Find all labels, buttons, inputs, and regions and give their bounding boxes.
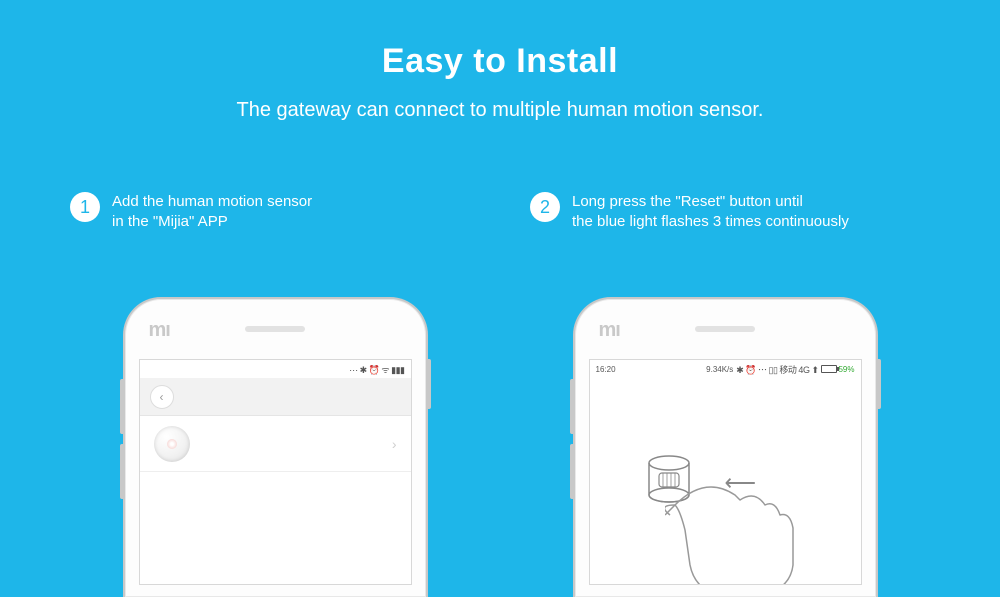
status-icons: ⋯ ✱ ⏰ ᯤ ▮▮▮ <box>349 363 404 376</box>
page-subtitle: The gateway can connect to multiple huma… <box>0 99 1000 122</box>
phone-1-screen: ⋯ ✱ ⏰ ᯤ ▮▮▮ ‹ › <box>139 359 412 585</box>
instruction-illustration: ⟵ <box>590 415 861 584</box>
status-speed: 9.34K/s <box>706 365 733 374</box>
motion-sensor-icon <box>154 426 190 462</box>
page-title: Easy to Install <box>0 42 1000 81</box>
back-button[interactable]: ‹ <box>150 385 174 409</box>
chevron-right-icon: › <box>392 436 397 452</box>
status-bar: 16:20 9.34K/s ✱ ⏰ ⋯ ▯▯ 移动 4G ⬆ 59% <box>590 360 861 378</box>
phone-mockup-2: mı 16:20 9.34K/s ✱ ⏰ ⋯ ▯▯ 移动 4G ⬆ 59% <box>573 297 878 597</box>
mi-logo-icon: mı <box>599 319 620 342</box>
phone-side-button-icon <box>570 444 573 499</box>
mi-logo-icon: mı <box>149 319 170 342</box>
chevron-left-icon: ‹ <box>160 390 164 404</box>
header: Easy to Install The gateway can connect … <box>0 0 1000 122</box>
phone-mockup-1: mı ⋯ ✱ ⏰ ᯤ ▮▮▮ ‹ › <box>123 297 428 597</box>
battery-icon: 59% <box>821 365 854 374</box>
status-time: 16:20 <box>596 365 616 374</box>
phones-row: mı ⋯ ✱ ⏰ ᯤ ▮▮▮ ‹ › mı 16: <box>0 297 1000 597</box>
step-1-text: Add the human motion sensor in the "Miji… <box>112 192 312 233</box>
device-list-item[interactable]: › <box>140 416 411 472</box>
phone-bezel-top: mı <box>125 299 426 359</box>
step-1: 1 Add the human motion sensor in the "Mi… <box>70 192 470 233</box>
speaker-icon <box>695 326 755 332</box>
phone-bezel-top: mı <box>575 299 876 359</box>
steps-row: 1 Add the human motion sensor in the "Mi… <box>0 192 1000 233</box>
speaker-icon <box>245 326 305 332</box>
step-number-badge: 1 <box>70 192 100 222</box>
status-icons: ✱ ⏰ ⋯ ▯▯ 移动 4G ⬆ <box>736 363 818 376</box>
battery-percent: 59% <box>838 365 854 374</box>
step-2-text: Long press the "Reset" button until the … <box>572 192 849 233</box>
status-bar: ⋯ ✱ ⏰ ᯤ ▮▮▮ <box>140 360 411 378</box>
step-2: 2 Long press the "Reset" button until th… <box>530 192 930 233</box>
nav-bar: ‹ <box>140 378 411 416</box>
step-number-badge: 2 <box>530 192 560 222</box>
phone-2-screen: 16:20 9.34K/s ✱ ⏰ ⋯ ▯▯ 移动 4G ⬆ 59% <box>589 359 862 585</box>
phone-side-button-icon <box>120 444 123 499</box>
hand-pointing-icon <box>665 470 815 585</box>
